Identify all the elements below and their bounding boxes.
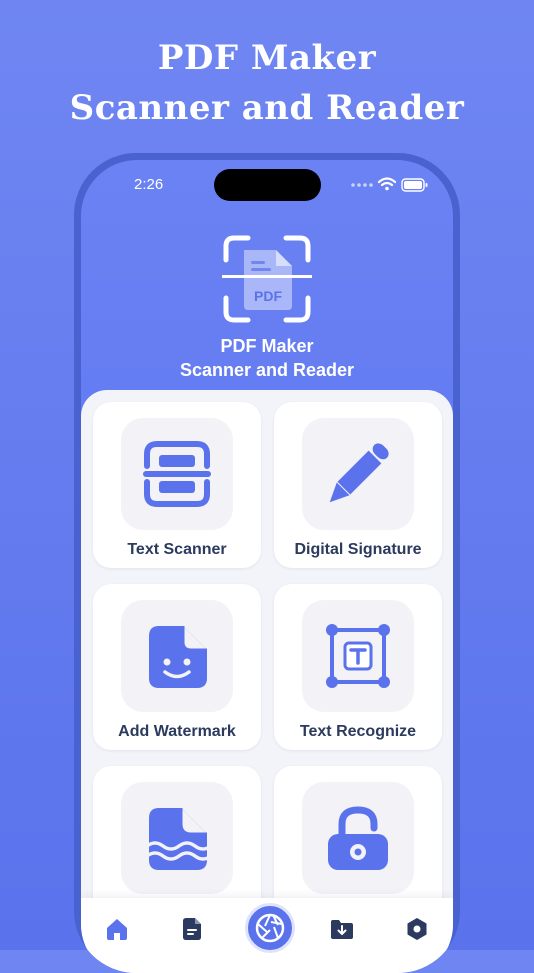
tab-home[interactable]	[104, 916, 130, 942]
app-title-line-1: PDF Maker	[220, 336, 314, 356]
feature-card-digital-signature[interactable]: Digital Signature	[274, 402, 442, 568]
tab-documents[interactable]	[179, 916, 205, 942]
headline-line-1: PDF Maker	[157, 38, 377, 78]
wifi-icon	[377, 177, 397, 187]
document-icon	[183, 918, 201, 940]
feature-label: Add Watermark	[118, 723, 236, 740]
feature-card-add-watermark[interactable]: Add Watermark	[93, 584, 261, 750]
battery-icon	[401, 178, 428, 192]
settings-icon	[407, 918, 427, 940]
tab-scan[interactable]	[245, 903, 295, 953]
phone-frame: 2:26 PDF PDF Maker Scanner and Reader Te…	[74, 153, 460, 973]
app-logo-text: PDF	[254, 288, 282, 304]
dynamic-island	[214, 169, 321, 201]
app-title-line-2: Scanner and Reader	[179, 360, 355, 380]
tab-downloads[interactable]	[329, 916, 355, 942]
tab-bar	[81, 898, 453, 973]
folder-download-icon	[331, 920, 353, 939]
status-icons	[351, 177, 428, 192]
camera-shutter-icon	[255, 913, 285, 943]
phone-screen: 2:26 PDF PDF Maker Scanner and Reader Te…	[81, 160, 453, 973]
wave-doc-icon	[145, 808, 213, 870]
feature-label: Text Recognize	[299, 723, 417, 740]
text-scanner-icon	[143, 441, 211, 507]
home-icon	[107, 919, 127, 940]
pen-icon	[329, 443, 389, 503]
feature-label: Digital Signature	[294, 541, 422, 558]
signal-icon	[351, 183, 373, 187]
status-time: 2:26	[134, 176, 164, 193]
feature-label: Text Scanner	[127, 541, 227, 558]
lock-icon	[328, 806, 388, 870]
app-logo-icon: PDF	[222, 235, 312, 323]
watermark-doc-icon	[149, 626, 207, 688]
feature-card-text-scanner[interactable]: Text Scanner	[93, 402, 261, 568]
feature-card-text-recognize[interactable]: Text Recognize	[274, 584, 442, 750]
text-recognize-icon	[326, 624, 390, 688]
headline-line-2: Scanner and Reader	[69, 88, 465, 128]
features-panel: Text Scanner Digital Signature Add Water…	[81, 390, 453, 973]
tab-settings[interactable]	[404, 916, 430, 942]
